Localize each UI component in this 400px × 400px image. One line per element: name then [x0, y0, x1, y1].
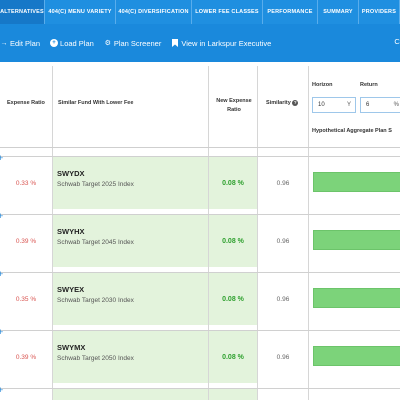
table-header: Expense Ratio Similar Fund With Lower Fe… [0, 66, 400, 148]
header-similar-fund: Similar Fund With Lower Fee [58, 100, 134, 106]
tab-alternatives[interactable]: ALTERNATIVES [0, 0, 45, 24]
load-plan-label: Load Plan [60, 38, 94, 48]
similarity-cell: 0.96 [276, 353, 290, 361]
return-suffix: % [393, 102, 399, 108]
fund-name: Schwab Target 2045 Index [57, 239, 134, 246]
return-input[interactable]: 6 % [360, 97, 400, 113]
bookmark-icon [171, 39, 179, 47]
savings-bar [313, 230, 400, 250]
table-row[interactable]: + [0, 386, 400, 400]
tab-lower-fee-classes[interactable]: LOWER FEE CLASSES [192, 0, 263, 24]
horizon-suffix: Y [346, 102, 351, 108]
savings-bar [313, 172, 400, 192]
similarity-cell: 0.96 [276, 237, 290, 245]
table-row[interactable]: + 0.39 % SWYHX Schwab Target 2045 Index … [0, 212, 400, 267]
fund-ticker: SWYHX [57, 227, 85, 236]
header-expense-ratio: Expense Ratio [7, 100, 45, 106]
plan-toolbar: → Edit Plan + Load Plan ⚙ Plan Screener … [0, 24, 400, 62]
expand-row-icon[interactable]: + [0, 386, 6, 395]
table-row[interactable]: + 0.35 % SWYEX Schwab Target 2030 Index … [0, 270, 400, 325]
top-tab-bar: ALTERNATIVES 404(C) MENU VARIETY 404(C) … [0, 0, 400, 24]
tab-404c-diversification[interactable]: 404(C) DIVERSIFICATION [116, 0, 192, 24]
plan-screener-label: Plan Screener [113, 38, 162, 48]
fund-name: Schwab Target 2050 Index [57, 355, 134, 362]
header-similarity: Similarity ? [266, 100, 299, 106]
view-in-executive-label: View in Larkspur Executive [181, 38, 272, 48]
header-hypothetical-plan-savings: Hypothetical Aggregate Plan S [312, 128, 392, 134]
arrow-right-icon: → [0, 39, 8, 47]
new-expense-ratio-cell [209, 389, 257, 400]
fund-name: Schwab Target 2025 Index [57, 181, 134, 188]
plan-screener-button[interactable]: ⚙ Plan Screener [104, 39, 162, 48]
similar-fund-cell [53, 389, 208, 400]
horizon-input[interactable]: 10 Y [312, 97, 356, 113]
new-expense-ratio-cell: 0.08 % [209, 331, 257, 383]
expense-ratio-cell: 0.33 % [15, 179, 37, 187]
savings-bar [313, 288, 400, 308]
tab-providers[interactable]: PROVIDERS [359, 0, 400, 24]
tab-performance[interactable]: PERFORMANCE [263, 0, 318, 24]
new-expense-ratio-cell: 0.08 % [209, 157, 257, 209]
gear-icon: ⚙ [104, 40, 111, 47]
tab-404c-menu-variety[interactable]: 404(C) MENU VARIETY [45, 0, 116, 24]
expense-ratio-cell: 0.39 % [15, 353, 37, 361]
table-row[interactable]: + 0.33 % SWYDX Schwab Target 2025 Index … [0, 154, 400, 209]
view-in-executive-button[interactable]: View in Larkspur Executive [171, 39, 271, 48]
load-plan-button[interactable]: + Load Plan [50, 39, 94, 48]
similarity-cell: 0.96 [276, 295, 290, 303]
tab-summary[interactable]: SUMMARY [318, 0, 359, 24]
header-horizon: Horizon [312, 82, 333, 88]
edit-plan-label: Edit Plan [10, 38, 41, 48]
savings-bar [313, 346, 400, 366]
similar-fund-cell: SWYEX Schwab Target 2030 Index [53, 273, 208, 325]
fund-ticker: SWYMX [57, 343, 86, 352]
header-return: Return [360, 82, 378, 88]
similarity-cell: 0.96 [276, 179, 290, 187]
header-new-expense-ratio: New Expense Ratio [216, 98, 252, 113]
new-expense-ratio-cell: 0.08 % [209, 273, 257, 325]
new-expense-ratio-cell: 0.08 % [209, 215, 257, 267]
toolbar-right-text: Co [394, 37, 400, 46]
fund-ticker: SWYEX [57, 285, 85, 294]
expense-ratio-cell: 0.39 % [15, 237, 37, 245]
similar-fund-cell: SWYHX Schwab Target 2045 Index [53, 215, 208, 267]
similar-fund-cell: SWYDX Schwab Target 2025 Index [53, 157, 208, 209]
return-value: 6 [366, 102, 370, 108]
header-similarity-label: Similarity [266, 100, 291, 106]
fund-name: Schwab Target 2030 Index [57, 297, 134, 304]
plus-circle-icon: + [50, 39, 59, 47]
table-row[interactable]: + 0.39 % SWYMX Schwab Target 2050 Index … [0, 328, 400, 383]
edit-plan-button[interactable]: → Edit Plan [0, 38, 41, 48]
fund-ticker: SWYDX [57, 169, 85, 178]
horizon-value: 10 [318, 102, 325, 108]
expense-ratio-cell: 0.35 % [15, 295, 37, 303]
similar-fund-cell: SWYMX Schwab Target 2050 Index [53, 331, 208, 383]
help-icon[interactable]: ? [292, 100, 299, 106]
